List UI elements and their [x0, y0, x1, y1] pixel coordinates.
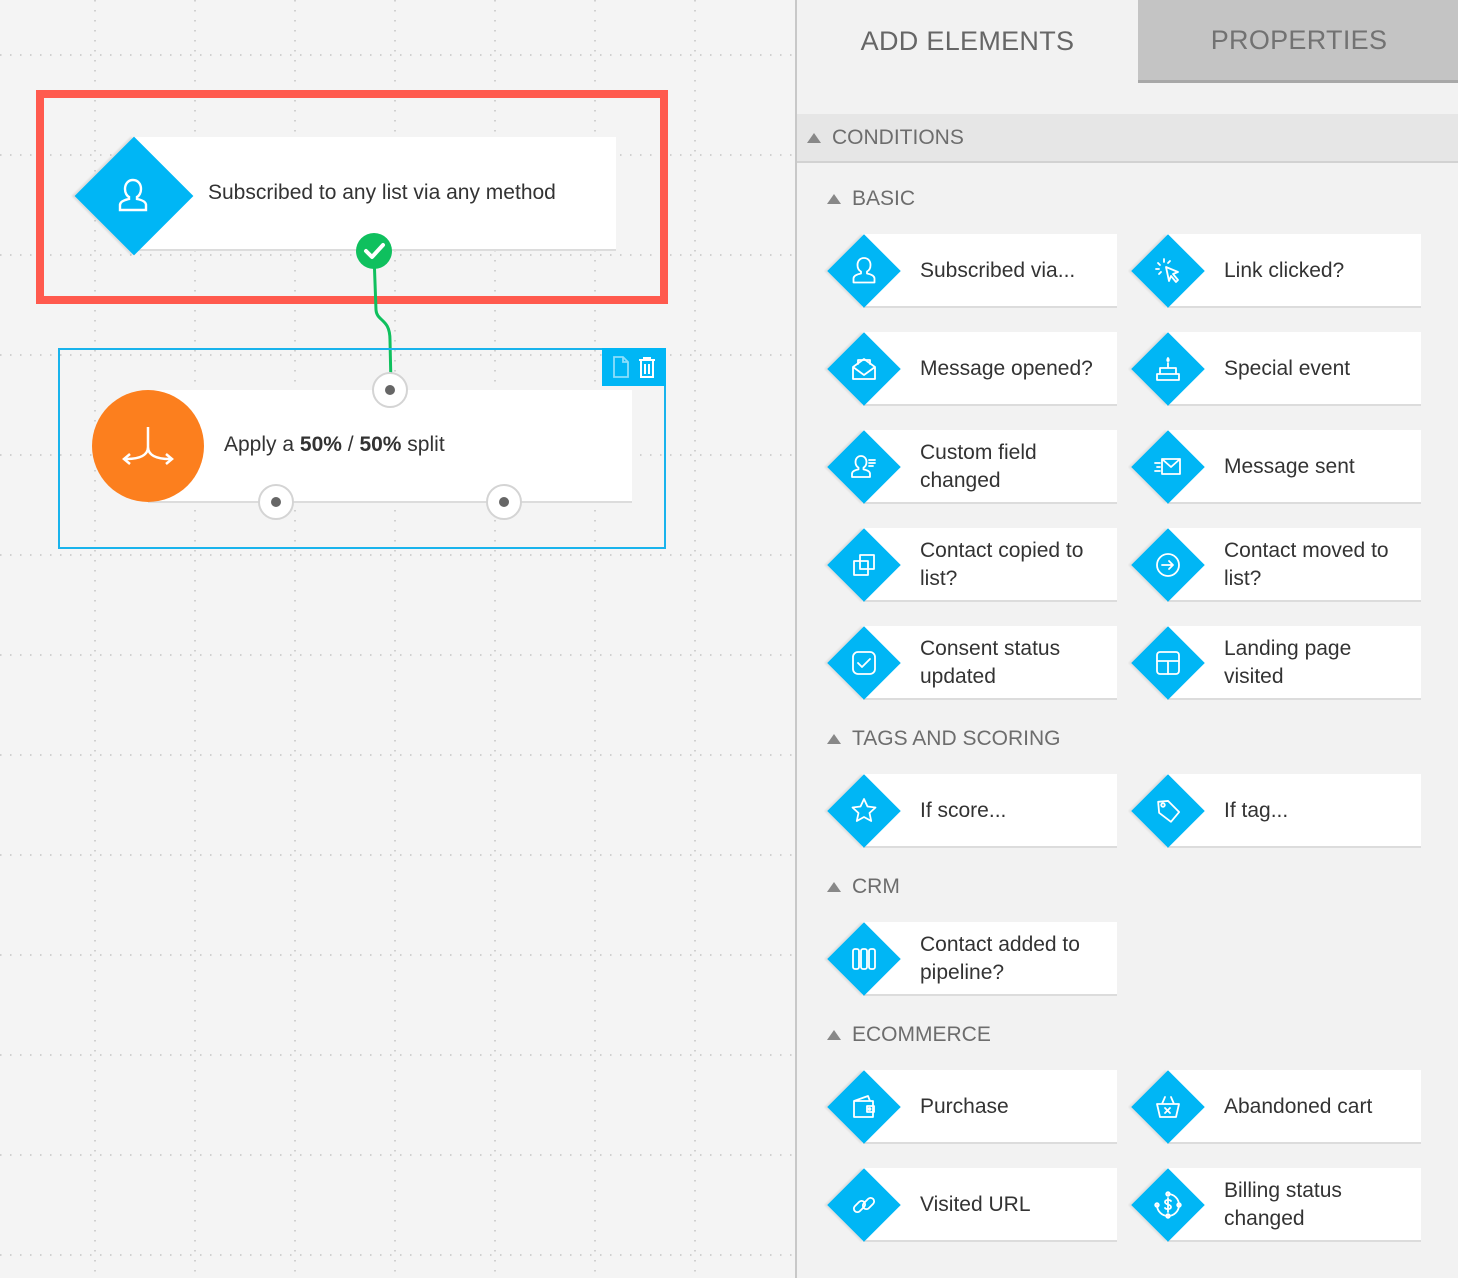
condition-label: Link clicked?	[1224, 259, 1345, 282]
wallet-icon	[853, 1095, 875, 1118]
condition-label: Subscribed via...	[920, 259, 1076, 282]
condition-label: Billing status changed	[1224, 1179, 1342, 1230]
group-label: CRM	[852, 875, 900, 898]
condition-item[interactable]: Special event	[1131, 332, 1421, 406]
condition-item[interactable]: Subscribed via...	[827, 234, 1117, 308]
workflow-canvas[interactable]: Subscribed to any list via any method Ap…	[0, 0, 795, 1278]
group-label: BASIC	[852, 187, 916, 210]
star-icon	[851, 798, 877, 822]
billing-cycle-icon	[1154, 1191, 1182, 1219]
check-icon	[364, 243, 385, 259]
layout-icon	[1156, 651, 1180, 675]
split-percent-b: 50%	[359, 433, 402, 456]
condition-label: Special event	[1224, 357, 1351, 380]
group-header-crm[interactable]: CRM	[827, 875, 900, 899]
condition-label: Contact moved to list?	[1224, 539, 1389, 590]
condition-item[interactable]: If score...	[827, 774, 1117, 848]
open-envelope-icon	[852, 358, 876, 380]
collapse-triangle-icon	[827, 1030, 841, 1040]
condition-item[interactable]: Abandoned cart	[1131, 1070, 1421, 1144]
side-panel: ADD ELEMENTS PROPERTIES CONDITIONS BASIC…	[795, 0, 1458, 1278]
tab-add-elements[interactable]: ADD ELEMENTS	[797, 0, 1138, 83]
trigger-status-badge	[356, 233, 392, 269]
cake-icon	[1156, 357, 1180, 381]
condition-label: Visited URL	[920, 1193, 1031, 1216]
condition-item[interactable]: Visited URL	[827, 1168, 1117, 1242]
link-icon	[852, 1196, 876, 1214]
checkbox-icon	[852, 651, 876, 675]
split-node-label: Apply a 50% / 50% split	[224, 433, 445, 457]
condition-item[interactable]: If tag...	[1131, 774, 1421, 848]
collapse-triangle-icon	[827, 194, 841, 204]
condition-label: Message sent	[1224, 455, 1355, 478]
condition-label: If score...	[920, 799, 1007, 822]
conditions-section-header[interactable]: CONDITIONS	[797, 114, 1458, 163]
split-label-prefix: Apply a	[224, 433, 300, 456]
user-fields-icon	[851, 455, 876, 478]
condition-label: Consent status updated	[920, 637, 1061, 688]
group-header-basic[interactable]: BASIC	[827, 187, 915, 211]
split-output-port-b[interactable]	[486, 484, 522, 520]
condition-item[interactable]: Consent status updated	[827, 626, 1117, 700]
cursor-click-icon	[1155, 258, 1179, 283]
collapse-triangle-icon	[827, 734, 841, 744]
condition-label: Contact copied to list?	[920, 539, 1084, 590]
split-percent-a: 50%	[299, 433, 342, 456]
condition-item[interactable]: Message opened?	[827, 332, 1117, 406]
split-separator: /	[341, 433, 360, 456]
condition-item[interactable]: Message sent	[1131, 430, 1421, 504]
split-label-suffix: split	[401, 433, 445, 456]
copy-squares-icon	[853, 554, 875, 576]
condition-label: Abandoned cart	[1224, 1095, 1373, 1118]
condition-item[interactable]: Contact copied to list?	[827, 528, 1117, 602]
user-icon	[852, 257, 876, 284]
condition-item[interactable]: Landing page visited	[1131, 626, 1421, 700]
node-toolbar	[602, 348, 666, 386]
condition-label: Landing page visited	[1224, 637, 1352, 688]
app-root: Subscribed to any list via any method Ap…	[0, 0, 1458, 1278]
condition-label: If tag...	[1224, 799, 1289, 822]
condition-item[interactable]: Billing status changed	[1131, 1168, 1421, 1242]
trash-icon[interactable]	[638, 356, 656, 378]
group-header-ecommerce[interactable]: ECOMMERCE	[827, 1023, 991, 1047]
collapse-triangle-icon	[807, 132, 821, 143]
basket-icon	[1156, 1096, 1180, 1118]
condition-item[interactable]: Purchase	[827, 1070, 1117, 1144]
condition-label: Message opened?	[920, 357, 1093, 380]
tab-properties[interactable]: PROPERTIES	[1138, 0, 1458, 83]
envelope-send-icon	[1154, 458, 1181, 475]
split-arrows-icon	[122, 427, 174, 465]
condition-item[interactable]: Link clicked?	[1131, 234, 1421, 308]
condition-item[interactable]: Contact moved to list?	[1131, 528, 1421, 602]
tag-icon	[1157, 800, 1181, 823]
highlight-frame	[36, 90, 668, 304]
condition-item[interactable]: Custom field changed	[827, 430, 1117, 504]
arrow-circle-icon	[1156, 553, 1180, 577]
group-header-tags-and-scoring[interactable]: TAGS AND SCORING	[827, 727, 1060, 751]
conditions-section-label: CONDITIONS	[832, 125, 964, 149]
condition-label: Contact added to pipeline?	[920, 933, 1080, 984]
split-output-port-a[interactable]	[258, 484, 294, 520]
split-input-port[interactable]	[372, 372, 408, 408]
condition-label: Purchase	[920, 1095, 1009, 1118]
collapse-triangle-icon	[827, 882, 841, 892]
group-label: TAGS AND SCORING	[852, 727, 1061, 750]
group-label: ECOMMERCE	[852, 1023, 991, 1046]
condition-label: Custom field changed	[920, 441, 1037, 492]
copy-icon[interactable]	[612, 356, 630, 378]
condition-item[interactable]: Contact added to pipeline?	[827, 922, 1117, 996]
pipeline-icon	[852, 948, 876, 970]
